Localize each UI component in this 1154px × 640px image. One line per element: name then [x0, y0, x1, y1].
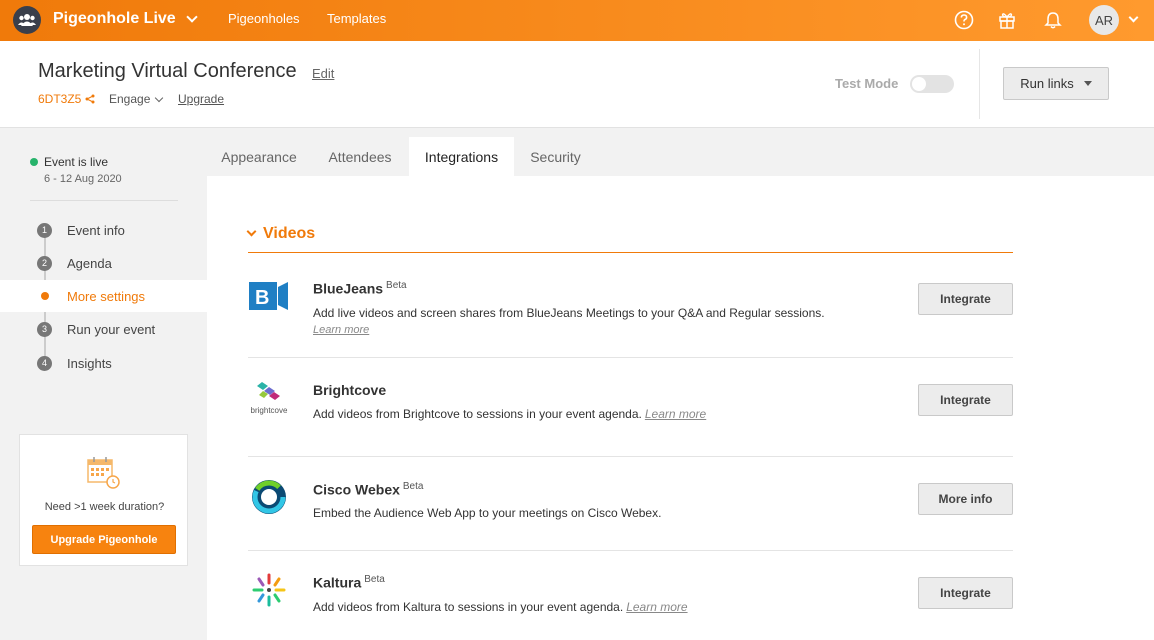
integration-name-text: Brightcove	[313, 382, 387, 398]
edit-link[interactable]: Edit	[312, 66, 334, 81]
chevron-down-icon[interactable]	[1128, 12, 1139, 23]
integration-name-text: Kaltura	[313, 574, 362, 591]
upgrade-promo-card: Need >1 week duration? Upgrade Pigeonhol…	[19, 434, 188, 566]
sidebar-item-insights[interactable]: 4 Insights	[0, 347, 207, 379]
upgrade-pigeonhole-button[interactable]: Upgrade Pigeonhole	[32, 525, 176, 554]
sidebar-item-label: Run your event	[67, 321, 156, 337]
upgrade-link[interactable]: Upgrade	[178, 92, 224, 106]
sidebar-item-event-info[interactable]: 1 Event info	[0, 214, 207, 246]
integration-name: Brightcove	[313, 382, 386, 398]
sidebar-item-run-your-event[interactable]: 3 Run your event	[0, 313, 207, 345]
promo-question: Need >1 week duration?	[44, 501, 165, 513]
gift-icon[interactable]	[996, 9, 1018, 31]
avatar[interactable]: AR	[1089, 5, 1119, 35]
live-status-dot-icon	[30, 158, 38, 166]
engage-dropdown[interactable]: Engage	[109, 92, 164, 106]
kaltura-logo-icon	[248, 570, 290, 610]
integration-description: Add live videos and screen shares from B…	[313, 306, 825, 320]
current-step-dot-icon	[41, 292, 49, 300]
step-number: 4	[37, 355, 52, 371]
test-mode-toggle[interactable]	[910, 75, 954, 93]
event-status: Event is live	[30, 155, 108, 169]
tab-appearance[interactable]: Appearance	[207, 137, 311, 176]
row-divider	[248, 357, 1013, 358]
section-divider	[248, 252, 1013, 253]
integration-name: Kaltura Beta	[313, 574, 385, 591]
learn-more-link[interactable]: Learn more	[313, 324, 369, 336]
bluejeans-logo-icon: B	[248, 276, 290, 316]
engage-label: Engage	[109, 92, 151, 106]
integrate-button[interactable]: Integrate	[918, 384, 1013, 416]
brightcove-logo-icon: brightcove	[248, 377, 290, 417]
learn-more-link[interactable]: Learn more	[626, 600, 687, 614]
integration-description: Add videos from Brightcove to sessions i…	[313, 407, 706, 421]
sidebar-item-label: Insights	[67, 355, 112, 371]
integrate-button[interactable]: Integrate	[918, 283, 1013, 315]
pigeonhole-logo-icon[interactable]	[13, 6, 41, 34]
caret-down-icon	[1083, 81, 1092, 86]
svg-text:B: B	[255, 287, 269, 309]
divider	[979, 49, 980, 119]
nav-pigeonholes[interactable]: Pigeonholes	[228, 11, 300, 26]
beta-badge: Beta	[402, 481, 424, 492]
beta-badge: Beta	[364, 574, 385, 585]
event-title: Marketing Virtual Conference	[38, 60, 297, 82]
sidebar-item-agenda[interactable]: 2 Agenda	[0, 247, 207, 279]
integration-description: Embed the Audience Web App to your meeti…	[313, 506, 662, 520]
tab-attendees[interactable]: Attendees	[315, 137, 405, 176]
event-code-text: 6DT3Z5	[38, 92, 82, 106]
event-status-text: Event is live	[44, 155, 109, 169]
row-divider	[248, 550, 1013, 551]
step-number: 1	[37, 222, 52, 238]
share-icon	[85, 94, 95, 104]
sidebar: Event is live 6 - 12 Aug 2020 1 Event in…	[0, 128, 207, 640]
run-links-label: Run links	[1020, 76, 1074, 91]
toggle-knob	[912, 77, 926, 91]
integration-description: Add videos from Kaltura to sessions in y…	[313, 600, 688, 614]
event-dates: 6 - 12 Aug 2020	[44, 173, 122, 185]
run-links-button[interactable]: Run links	[1003, 67, 1109, 100]
integration-name: Cisco Webex Beta	[313, 481, 423, 498]
brand-menu[interactable]: Pigeonhole Live	[53, 10, 198, 28]
integration-name: BlueJeans Beta	[313, 280, 407, 297]
integrations-panel: Videos B BlueJeans Beta Add live videos a…	[207, 176, 1154, 640]
settings-tabs: Appearance Attendees Integrations Securi…	[207, 128, 1154, 176]
sidebar-item-label: Agenda	[67, 255, 112, 271]
integration-name-text: Cisco Webex	[313, 481, 400, 498]
bell-icon[interactable]	[1042, 9, 1064, 31]
top-bar: Pigeonhole Live Pigeonholes Templates AR	[0, 0, 1154, 41]
integration-description-text: Add videos from Kaltura to sessions in y…	[313, 600, 624, 614]
webex-logo-icon	[248, 477, 290, 517]
calendar-clock-icon	[87, 457, 120, 489]
event-code[interactable]: 6DT3Z5	[38, 92, 95, 106]
learn-more-link[interactable]: Learn more	[645, 407, 706, 421]
beta-badge: Beta	[386, 280, 407, 291]
step-number: 2	[37, 255, 52, 271]
integrate-button[interactable]: Integrate	[918, 577, 1013, 609]
test-mode-label: Test Mode	[835, 76, 899, 91]
tab-security[interactable]: Security	[518, 137, 593, 176]
section-title: Videos	[263, 225, 316, 242]
integration-description-text: Add videos from Brightcove to sessions i…	[313, 407, 642, 421]
more-info-button[interactable]: More info	[918, 483, 1013, 515]
tab-integrations[interactable]: Integrations	[409, 137, 514, 176]
brightcove-logo-caption: brightcove	[250, 405, 288, 415]
step-number: 3	[37, 321, 52, 337]
videos-section-toggle[interactable]: Videos	[246, 225, 316, 243]
sidebar-item-label: Event info	[67, 222, 125, 238]
row-divider	[248, 456, 1013, 457]
chevron-down-icon	[246, 226, 257, 237]
chevron-down-icon	[155, 93, 164, 102]
brand-name: Pigeonhole Live	[53, 10, 176, 27]
integration-name-text: BlueJeans	[313, 280, 384, 297]
sidebar-item-more-settings[interactable]: More settings	[0, 280, 207, 312]
divider	[30, 200, 178, 201]
event-header: Marketing Virtual Conference Edit 6DT3Z5…	[0, 41, 1154, 128]
help-icon[interactable]	[953, 9, 975, 31]
nav-templates[interactable]: Templates	[327, 11, 386, 26]
chevron-down-icon	[186, 11, 198, 23]
sidebar-item-label: More settings	[67, 288, 146, 304]
